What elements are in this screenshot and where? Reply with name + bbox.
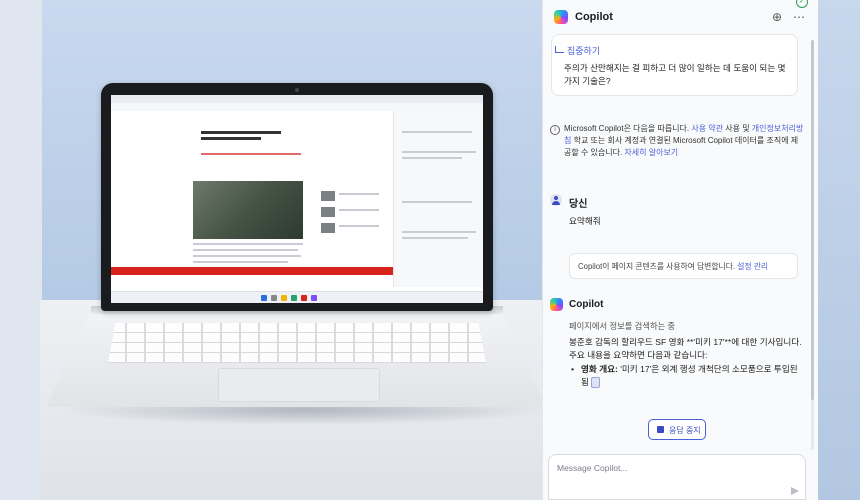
folder-icon bbox=[281, 295, 287, 301]
article-headline bbox=[201, 131, 281, 134]
suggestion-text: 주의가 산만해지는 걸 피하고 더 많이 일하는 데 도움이 되는 몇 가지 기… bbox=[564, 63, 786, 86]
copilot-name: Copilot bbox=[569, 299, 604, 310]
header-title: Copilot bbox=[575, 11, 613, 23]
copilot-bullet: 영화 개요: '미키 17'은 외계 행성 개척단의 소모품으로 투입된 됨 bbox=[569, 363, 807, 388]
article-text-line bbox=[193, 261, 288, 263]
related-thumb bbox=[321, 191, 335, 201]
suggestion-card[interactable]: 집중하기 주의가 산만해지는 걸 피하고 더 많이 일하는 데 도움이 되는 몇… bbox=[551, 34, 798, 96]
news-page bbox=[111, 111, 393, 287]
panel-scrollbar[interactable] bbox=[811, 40, 814, 450]
right-background bbox=[818, 0, 860, 500]
learn-more-link[interactable]: 자세히 알아보기 bbox=[624, 148, 678, 157]
plus-circle-icon[interactable]: ⊕ bbox=[769, 9, 785, 25]
focus-icon bbox=[555, 46, 564, 53]
article-text-line bbox=[193, 255, 301, 257]
user-name: 당신 bbox=[569, 199, 588, 210]
webcam bbox=[295, 88, 299, 92]
page-red-banner bbox=[111, 267, 393, 275]
page-context-note: Copilot이 페이지 콘텐츠를 사용하여 답변합니다. 설정 관리 bbox=[569, 253, 798, 279]
user-message-text: 요약해줘 bbox=[569, 216, 601, 226]
ellipsis-icon[interactable]: ⋯ bbox=[791, 9, 807, 25]
sidebar-text bbox=[402, 131, 472, 133]
related-text bbox=[339, 209, 379, 211]
screen-copilot-sidebar bbox=[393, 111, 483, 287]
copilot-avatar-icon bbox=[550, 298, 563, 311]
suggestion-tag: 집중하기 bbox=[567, 46, 601, 56]
manage-settings-link[interactable]: 설정 관리 bbox=[737, 262, 768, 271]
related-thumb bbox=[321, 223, 335, 233]
app-icon bbox=[301, 295, 307, 301]
message-composer[interactable] bbox=[548, 454, 806, 500]
bullet-label: 영화 개요: bbox=[581, 364, 618, 374]
context-text: Copilot이 페이지 콘텐츠를 사용하여 답변합니다. bbox=[578, 262, 738, 271]
laptop-screen bbox=[111, 95, 483, 303]
article-text-line bbox=[193, 243, 303, 245]
stop-response-button[interactable]: 응답 중지 bbox=[648, 419, 706, 440]
article-divider bbox=[201, 153, 301, 155]
terms-link[interactable]: 사용 약관 bbox=[691, 124, 723, 133]
copilot-status: 페이지에서 정보를 검색하는 중 bbox=[569, 321, 676, 331]
notice-text: 사용 및 bbox=[723, 124, 752, 133]
sidebar-text bbox=[402, 201, 472, 203]
browser-tabbar bbox=[111, 95, 483, 103]
copilot-panel: Copilot ⊕ ⋯ ✓ 집중하기 주의가 산만해지는 걸 피하고 더 많이 … bbox=[543, 0, 818, 500]
shield-check-icon: ✓ bbox=[796, 0, 808, 8]
notice-text: 학교 또는 회사 계정과 연결된 Microsoft Copilot 데이터를 … bbox=[564, 136, 799, 157]
related-text bbox=[339, 193, 379, 195]
sidebar-text bbox=[402, 237, 468, 239]
stop-icon bbox=[657, 426, 664, 433]
scroll-thumb[interactable] bbox=[811, 40, 814, 400]
windows-taskbar bbox=[111, 291, 483, 303]
sidebar-text bbox=[402, 231, 476, 233]
sidebar-text bbox=[402, 157, 462, 159]
browser-icon bbox=[291, 295, 297, 301]
keyboard-rows bbox=[108, 323, 486, 363]
copilot-response: 봉준호 감독의 할리우드 SF 영화 **'미키 17'**에 대한 기사입니다… bbox=[569, 337, 802, 360]
bullet-text: '미키 17'은 외계 행성 개척단의 소모품으로 투입된 bbox=[617, 364, 798, 374]
user-avatar bbox=[550, 194, 562, 206]
notice-text: Microsoft Copilot은 다음을 따릅니다. bbox=[564, 124, 692, 133]
copilot-logo-icon bbox=[554, 10, 568, 24]
laptop-touchpad bbox=[218, 368, 380, 402]
related-thumb bbox=[321, 207, 335, 217]
message-input[interactable] bbox=[557, 461, 767, 475]
copilot-header: Copilot ⊕ ⋯ ✓ bbox=[543, 0, 818, 36]
citation-icon[interactable] bbox=[591, 376, 601, 388]
background-wall bbox=[0, 0, 42, 500]
sidebar-text bbox=[402, 151, 476, 153]
taskbar-icon bbox=[271, 295, 277, 301]
info-icon: i bbox=[550, 125, 560, 135]
article-text-line bbox=[193, 249, 298, 251]
related-text bbox=[339, 225, 379, 227]
start-icon bbox=[261, 295, 267, 301]
copilot-taskbar-icon bbox=[311, 295, 317, 301]
privacy-notice: Microsoft Copilot은 다음을 따릅니다. 사용 약관 사용 및 … bbox=[564, 123, 804, 159]
stop-label: 응답 중지 bbox=[669, 426, 701, 435]
context-note-text: Copilot이 페이지 콘텐츠를 사용하여 답변합니다. 설정 관리 bbox=[578, 261, 768, 272]
article-photo bbox=[193, 181, 303, 239]
send-icon[interactable] bbox=[791, 487, 799, 495]
article-headline-2 bbox=[201, 137, 261, 140]
laptop-lid bbox=[101, 83, 493, 311]
